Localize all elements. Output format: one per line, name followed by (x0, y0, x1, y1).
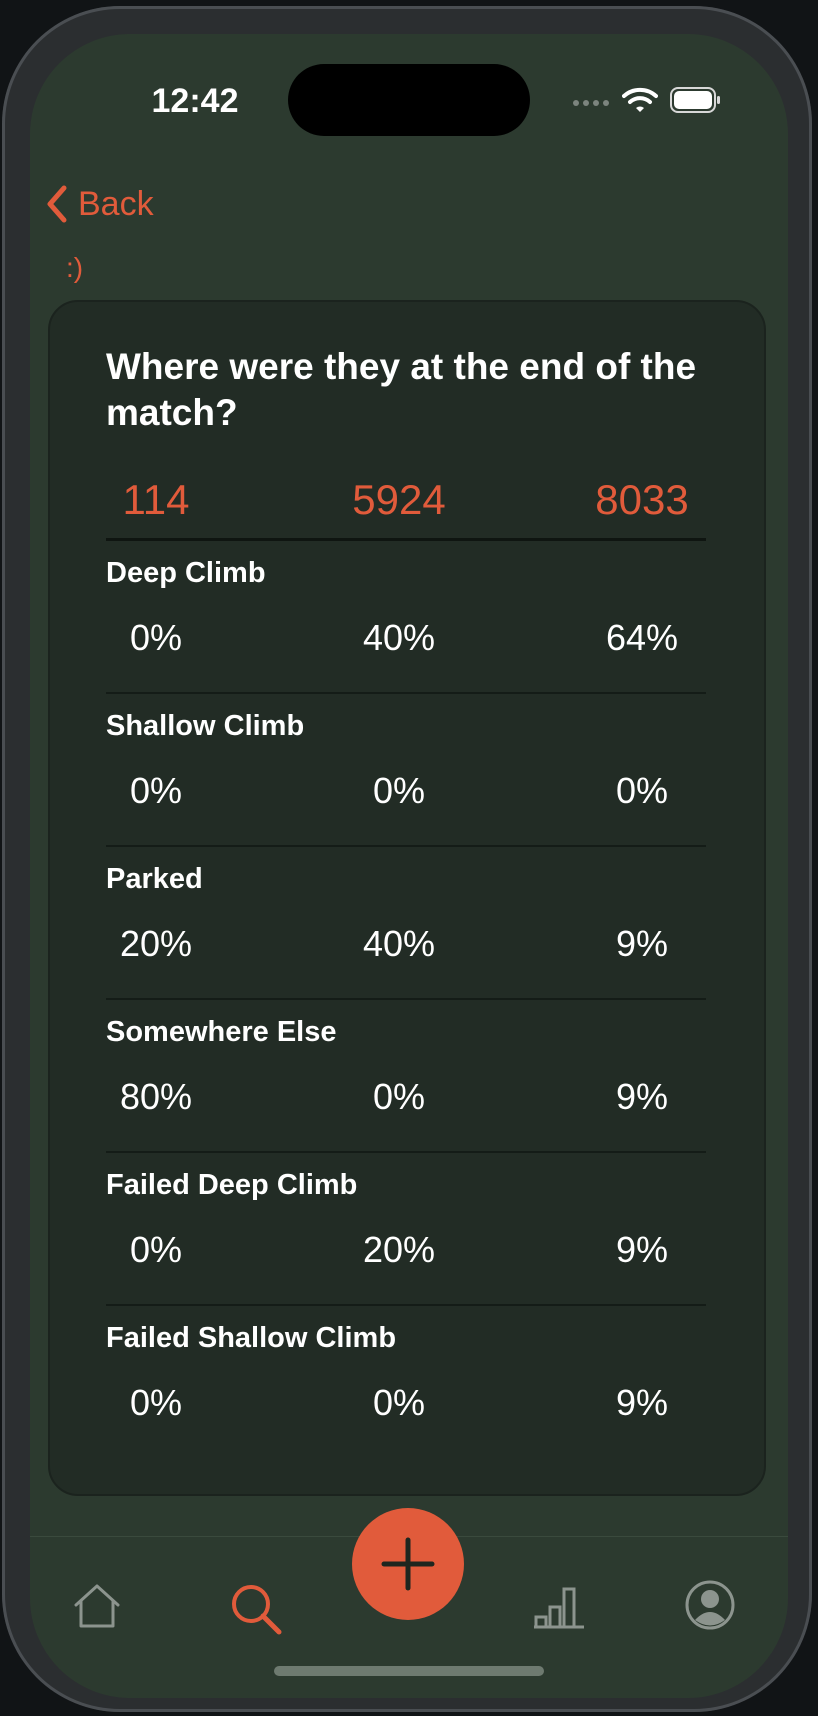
percent-value: 80% (119, 1076, 193, 1117)
percent-value: 0% (129, 1229, 183, 1270)
percent-value: 20% (362, 1229, 436, 1270)
bar-chart-icon (534, 1587, 584, 1629)
tab-search[interactable] (230, 1583, 282, 1640)
tab-stats[interactable] (534, 1585, 586, 1634)
question-title: Where were they at the end of the match? (106, 346, 697, 433)
percent-value: 9% (615, 1382, 669, 1423)
percent-value: 0% (129, 1382, 183, 1423)
chevron-left-icon (47, 185, 67, 223)
percent-value: 9% (615, 1229, 669, 1270)
result-row: Failed Shallow Climb 0% 0% 9% (50, 1306, 768, 1459)
team-number: 8033 (595, 476, 689, 523)
row-label: Failed Shallow Climb (106, 1322, 397, 1354)
result-row: Failed Deep Climb 0% 20% 9% (50, 1153, 768, 1306)
row-label: Parked (106, 863, 203, 895)
result-row: Parked 20% 40% 9% (50, 847, 768, 1000)
percent-value: 0% (372, 770, 426, 811)
subtitle-text: :) (66, 252, 84, 283)
back-label: Back (78, 184, 154, 223)
percent-value: 40% (362, 923, 436, 964)
status-time: 12:42 (151, 82, 239, 120)
profile-icon (685, 1580, 735, 1630)
row-label: Somewhere Else (106, 1016, 337, 1048)
team-header-row: 114 5924 8033 (50, 476, 768, 524)
result-row: Deep Climb 0% 40% 64% (50, 541, 768, 694)
row-label: Shallow Climb (106, 710, 305, 742)
back-button[interactable]: Back (44, 180, 154, 228)
plus-icon (381, 1537, 435, 1591)
results-card: Where were they at the end of the match?… (48, 300, 766, 1496)
dynamic-island (288, 64, 530, 136)
percent-value: 20% (119, 923, 193, 964)
battery-icon (670, 87, 720, 113)
percent-value: 0% (372, 1382, 426, 1423)
team-number: 114 (122, 476, 190, 523)
percent-value: 9% (615, 923, 669, 964)
percent-value: 64% (605, 617, 679, 658)
cellular-signal-icon (573, 100, 609, 106)
tab-profile[interactable] (684, 1579, 736, 1636)
percent-value: 9% (615, 1076, 669, 1117)
home-indicator (274, 1666, 544, 1676)
row-label: Failed Deep Climb (106, 1169, 358, 1201)
search-icon (232, 1585, 282, 1635)
wifi-icon (622, 87, 658, 112)
percent-value: 0% (372, 1076, 426, 1117)
percent-value: 0% (129, 770, 183, 811)
percent-value: 40% (362, 617, 436, 658)
percent-value: 0% (615, 770, 669, 811)
row-label: Deep Climb (106, 557, 266, 589)
home-icon (74, 1584, 120, 1628)
result-row: Shallow Climb 0% 0% 0% (50, 694, 768, 847)
percent-value: 0% (129, 617, 183, 658)
phone-bezel: 12:42 Back :) Where were they at the end… (2, 6, 812, 1712)
tab-home[interactable] (72, 1583, 122, 1634)
result-row: Somewhere Else 80% 0% 9% (50, 1000, 768, 1153)
team-number: 5924 (352, 476, 446, 523)
phone-screen: 12:42 Back :) Where were they at the end… (30, 34, 788, 1698)
add-button[interactable] (352, 1508, 464, 1620)
